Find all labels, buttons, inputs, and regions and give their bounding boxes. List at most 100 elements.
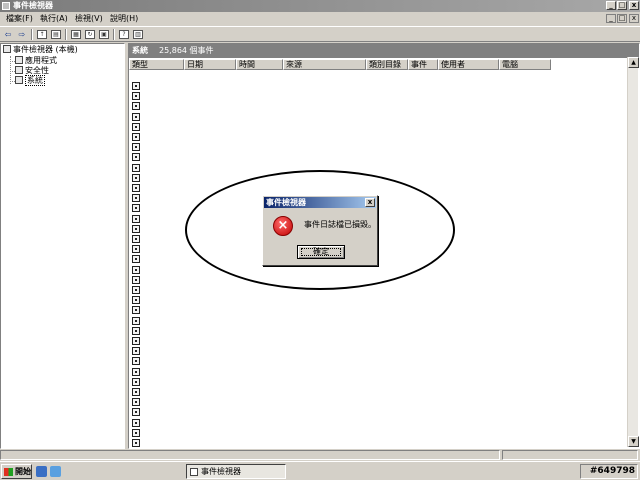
log-icon [15,56,23,64]
status-cell [0,450,500,460]
column-header-computer[interactable]: 電腦 [499,59,551,70]
focus-ring [301,248,341,256]
toolbar-separator [113,29,115,40]
event-type-icon[interactable] [132,122,140,131]
event-type-icon[interactable] [132,204,140,213]
toolbar: ⇦ ⇨ ↑ ▤ ▦ ↻ ▣ ? ▥ [0,26,640,42]
tray-text: #649798 [589,466,635,476]
menu-file[interactable]: 檔案(F) [6,14,33,24]
tree-item-label: 安全性 [25,66,49,75]
event-type-icon[interactable] [132,173,140,182]
window-titlebar[interactable]: 事件檢視器 _ □ x [0,0,640,12]
ok-button[interactable]: 確定 [297,245,345,259]
event-type-icon[interactable] [132,439,140,447]
toolbar-separator [65,29,67,40]
column-header-time[interactable]: 時間 [236,59,283,70]
start-button[interactable]: 開始 [1,464,32,479]
column-header-user[interactable]: 使用者 [438,59,499,70]
event-type-icon[interactable] [132,184,140,192]
column-header-category[interactable]: 類別目錄 [366,59,408,70]
close-button[interactable]: x [629,1,639,10]
column-header-event[interactable]: 事件 [408,59,438,70]
event-type-icon[interactable] [132,82,140,90]
event-type-icon[interactable] [132,245,140,254]
event-type-icon[interactable] [132,337,140,345]
event-viewer-icon [190,468,198,476]
event-type-icon[interactable] [132,316,140,325]
properties-icon[interactable]: ▦ [71,30,81,39]
tree-item-system[interactable]: 系統 [15,75,45,86]
event-type-icon[interactable] [132,224,140,233]
show-tree-icon[interactable]: ▤ [51,30,61,39]
internet-explorer-icon[interactable] [36,466,47,477]
mdi-restore-button[interactable]: □ [617,14,627,23]
computer-icon [3,45,11,53]
mdi-close-button[interactable]: x [629,14,639,23]
event-type-icon[interactable] [132,255,140,264]
back-arrow-icon[interactable]: ⇦ [3,30,13,39]
column-header-type[interactable]: 類型 [129,59,184,70]
event-count: 25,864 個事件 [159,46,214,55]
taskbar: 開始 事件檢視器 #649798 [0,461,640,480]
menu-help[interactable]: 說明(H) [110,14,138,24]
event-type-icon[interactable] [132,347,140,356]
event-type-icon[interactable] [132,408,140,417]
event-type-icon[interactable] [132,398,140,407]
export-list-icon[interactable]: ▣ [99,30,109,39]
dialog-message: 事件日誌檔已損毀。 [304,220,376,229]
event-type-icon[interactable] [132,428,140,437]
event-type-icon[interactable] [132,367,140,376]
event-type-icon[interactable] [132,214,140,223]
pane-header: 系統 25,864 個事件 [129,44,639,58]
event-type-icon[interactable] [132,388,140,396]
dialog-titlebar[interactable]: 事件檢視器 x [264,197,376,208]
tree-pane: 事件檢視器 (本機) 應用程式 安全性 系統 [0,43,125,449]
forward-arrow-icon[interactable]: ⇨ [17,30,27,39]
event-type-icon[interactable] [132,163,140,172]
up-folder-icon[interactable]: ↑ [37,30,47,39]
error-icon: × [273,216,293,236]
status-bar [0,449,640,461]
log-icon [15,66,23,74]
column-header-source[interactable]: 來源 [283,59,366,70]
menu-view[interactable]: 檢視(V) [75,14,103,24]
event-type-icon[interactable] [132,112,140,121]
dialog-close-button[interactable]: x [365,198,375,207]
menu-action[interactable]: 執行(A) [40,14,68,24]
event-type-icon[interactable] [132,92,140,101]
event-type-icon[interactable] [132,306,140,315]
status-cell [502,450,638,460]
system-tray: #649798 [580,464,638,479]
event-type-icon[interactable] [132,296,140,305]
scroll-up-icon[interactable]: ▲ [628,57,639,68]
event-type-icon[interactable] [132,377,140,386]
tree-item-root[interactable]: 事件檢視器 (本機) [3,45,78,55]
minimize-button[interactable]: _ [606,1,616,10]
column-header-date[interactable]: 日期 [184,59,236,70]
help-icon[interactable]: ? [119,30,129,39]
vertical-scrollbar[interactable]: ▲ ▼ [627,57,639,447]
event-type-icon[interactable] [132,286,140,294]
mdi-minimize-button[interactable]: _ [606,14,616,23]
event-type-icon[interactable] [132,326,140,335]
event-type-icon[interactable] [132,153,140,162]
outlook-express-icon[interactable] [50,466,61,477]
event-type-icon[interactable] [132,133,140,141]
taskbar-item-event-viewer[interactable]: 事件檢視器 [186,464,286,479]
tree-item-label: 事件檢視器 (本機) [13,45,78,54]
event-type-icon[interactable] [132,418,140,427]
scroll-down-icon[interactable]: ▼ [628,436,639,447]
refresh-icon[interactable]: ↻ [85,30,95,39]
maximize-button[interactable]: □ [617,1,627,10]
event-type-icon[interactable] [132,275,140,284]
start-label: 開始 [15,467,31,476]
event-type-icon[interactable] [132,235,140,243]
event-type-icon[interactable] [132,265,140,274]
event-type-icon[interactable] [132,194,140,203]
console-icon[interactable]: ▥ [133,30,143,39]
tree-item-application[interactable]: 應用程式 [15,56,57,66]
event-type-icon[interactable] [132,357,140,366]
window-title: 事件檢視器 [13,1,53,10]
event-type-icon[interactable] [132,143,140,152]
event-type-icon[interactable] [132,102,140,111]
